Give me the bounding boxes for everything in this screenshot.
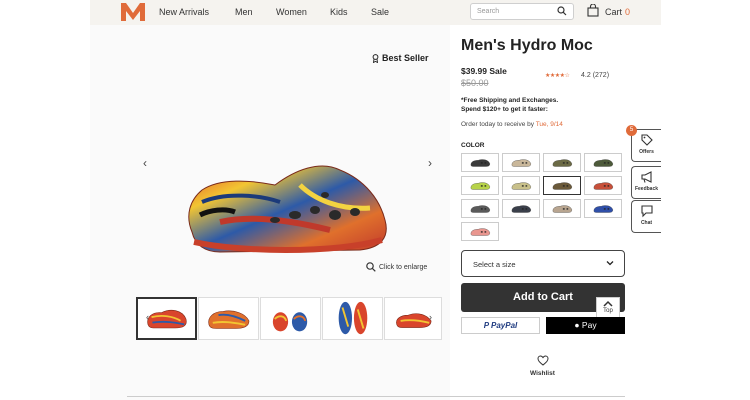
product-title: Men's Hydro Moc	[461, 37, 593, 54]
gallery-prev-arrow-icon[interactable]: ‹	[143, 156, 147, 170]
gallery-thumbnail-4[interactable]	[322, 297, 383, 340]
cart-count-badge: 0	[625, 7, 631, 17]
section-divider	[127, 396, 625, 397]
original-price: $50.00	[461, 78, 489, 88]
tag-icon	[640, 134, 653, 146]
paypal-logo-icon: P	[483, 321, 489, 330]
offers-label: Offers	[639, 149, 654, 155]
size-select[interactable]: Select a size	[461, 250, 625, 277]
magnifier-icon	[366, 262, 376, 272]
color-swatch[interactable]	[543, 199, 581, 218]
shipping-note: *Free Shipping and Exchanges.	[461, 97, 559, 104]
color-swatch[interactable]	[584, 199, 622, 218]
cart-link[interactable]: Cart	[605, 7, 622, 17]
gallery-next-arrow-icon[interactable]: ›	[428, 156, 432, 170]
chat-label: Chat	[640, 220, 653, 226]
color-swatch[interactable]	[461, 199, 499, 218]
chat-bubble-icon	[640, 205, 653, 218]
back-to-top-label: Top	[603, 308, 613, 314]
color-swatch[interactable]	[461, 153, 499, 172]
megaphone-icon	[640, 171, 652, 183]
zoom-button[interactable]: Click to enlarge	[366, 262, 427, 272]
zoom-label: Click to enlarge	[379, 263, 428, 271]
rating-value: 4.2	[581, 72, 591, 79]
site-header: New Arrivals Men Women Kids Sale Search …	[90, 0, 661, 25]
delivery-date-link[interactable]: Tue, 9/14	[536, 121, 563, 128]
thumbnail-prev-arrow-icon[interactable]: ‹	[146, 312, 149, 322]
heart-icon[interactable]	[537, 355, 549, 366]
color-swatch[interactable]	[584, 153, 622, 172]
color-swatch[interactable]	[461, 176, 499, 195]
color-swatch[interactable]	[502, 199, 540, 218]
back-to-top-button[interactable]: Top	[596, 297, 620, 319]
paypal-button[interactable]: P PayPal	[461, 317, 540, 334]
nav-sale[interactable]: Sale	[371, 7, 389, 17]
best-seller-label: Best Seller	[382, 53, 429, 63]
best-seller-badge: Best Seller	[372, 53, 429, 63]
rating-stars[interactable]: ★★★★☆	[545, 72, 570, 79]
nav-kids[interactable]: Kids	[330, 7, 348, 17]
sale-price: $39.99 Sale	[461, 66, 507, 76]
nav-women[interactable]: Women	[276, 7, 307, 17]
rating-summary[interactable]: 4.2 (272)	[581, 72, 609, 79]
shipping-upsell: Spend $120+ to get it faster:	[461, 106, 548, 113]
shopping-bag-icon[interactable]	[587, 4, 599, 17]
apple-logo-icon: ●	[574, 320, 580, 330]
paypal-label: PayPal	[491, 321, 518, 330]
color-swatch[interactable]	[502, 153, 540, 172]
feedback-label: Feedback	[634, 186, 659, 192]
gallery-thumbnail-3[interactable]	[260, 297, 321, 340]
search-icon[interactable]	[557, 6, 567, 16]
feedback-tab[interactable]: Feedback	[631, 166, 661, 199]
main-product-image[interactable]	[180, 160, 395, 260]
apple-pay-button[interactable]: ● Pay	[546, 317, 625, 334]
chevron-down-icon	[606, 261, 614, 266]
delivery-text: Order today to receive by	[461, 121, 534, 128]
gallery-thumbnail-2[interactable]	[198, 297, 259, 340]
color-label: COLOR	[461, 142, 485, 149]
apple-pay-label: Pay	[581, 320, 597, 330]
rating-count: (272)	[592, 72, 610, 79]
nav-men[interactable]: Men	[235, 7, 253, 17]
color-swatch[interactable]	[543, 153, 581, 172]
delivery-estimate: Order today to receive by Tue, 9/14	[461, 121, 563, 128]
color-swatch[interactable]	[584, 176, 622, 195]
chat-tab[interactable]: Chat	[631, 200, 661, 233]
color-swatch[interactable]	[461, 222, 499, 241]
color-swatch[interactable]	[502, 176, 540, 195]
offers-count-badge: 5	[626, 125, 637, 136]
merrell-logo[interactable]	[120, 2, 146, 22]
wishlist-button[interactable]: Wishlist	[530, 370, 555, 377]
gallery-thumbnail-5[interactable]	[384, 297, 442, 340]
thumbnail-next-arrow-icon[interactable]: ›	[429, 312, 432, 322]
chevron-up-icon	[603, 300, 613, 307]
color-swatch[interactable]	[543, 176, 581, 195]
ribbon-icon	[372, 53, 379, 63]
nav-new-arrivals[interactable]: New Arrivals	[159, 7, 209, 17]
